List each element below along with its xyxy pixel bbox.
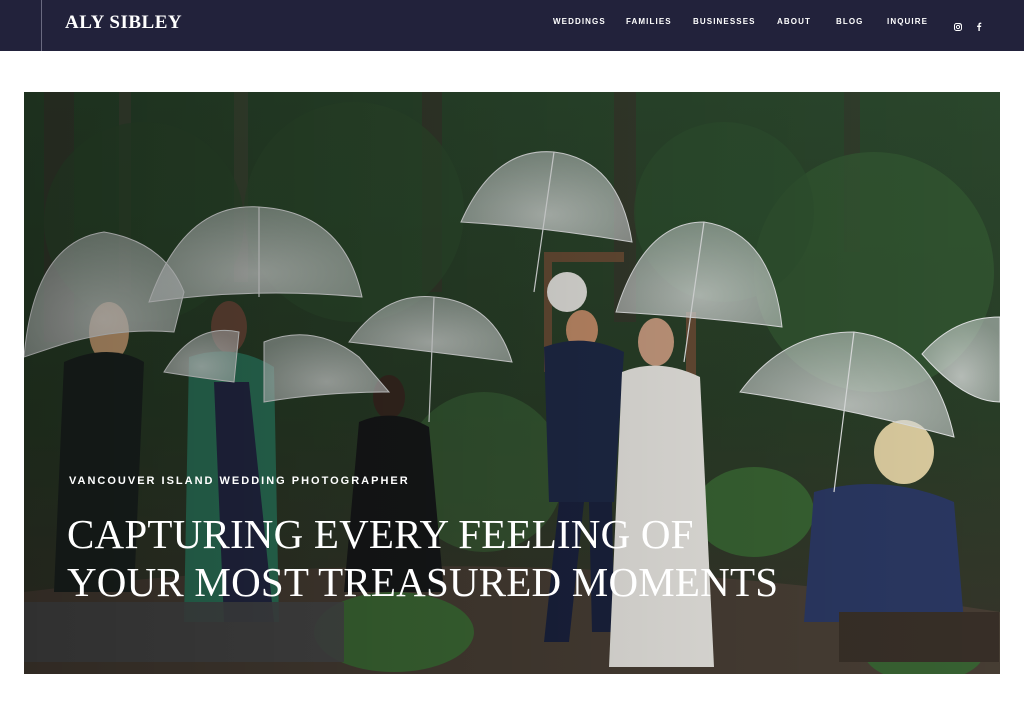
facebook-icon[interactable]	[976, 18, 982, 36]
nav-families[interactable]: FAMILIES	[626, 17, 672, 26]
site-logo[interactable]: ALY SIBLEY	[65, 12, 182, 34]
instagram-icon[interactable]	[954, 18, 962, 36]
hero-heading: CAPTURING EVERY FEELING OF YOUR MOST TRE…	[67, 510, 778, 606]
nav-blog[interactable]: BLOG	[836, 17, 864, 26]
header-divider	[41, 0, 42, 51]
site-header: ALY SIBLEY WEDDINGS FAMILIES BUSINESSES …	[0, 0, 1024, 51]
hero-section: VANCOUVER ISLAND WEDDING PHOTOGRAPHER CA…	[24, 92, 1000, 674]
nav-inquire[interactable]: INQUIRE	[887, 17, 928, 26]
hero-heading-line-2: YOUR MOST TREASURED MOMENTS	[67, 559, 779, 605]
nav-about[interactable]: ABOUT	[777, 17, 811, 26]
nav-businesses[interactable]: BUSINESSES	[693, 17, 756, 26]
hero-eyebrow: VANCOUVER ISLAND WEDDING PHOTOGRAPHER	[69, 475, 410, 487]
hero-heading-line-1: CAPTURING EVERY FEELING OF	[67, 511, 694, 557]
nav-weddings[interactable]: WEDDINGS	[553, 17, 606, 26]
